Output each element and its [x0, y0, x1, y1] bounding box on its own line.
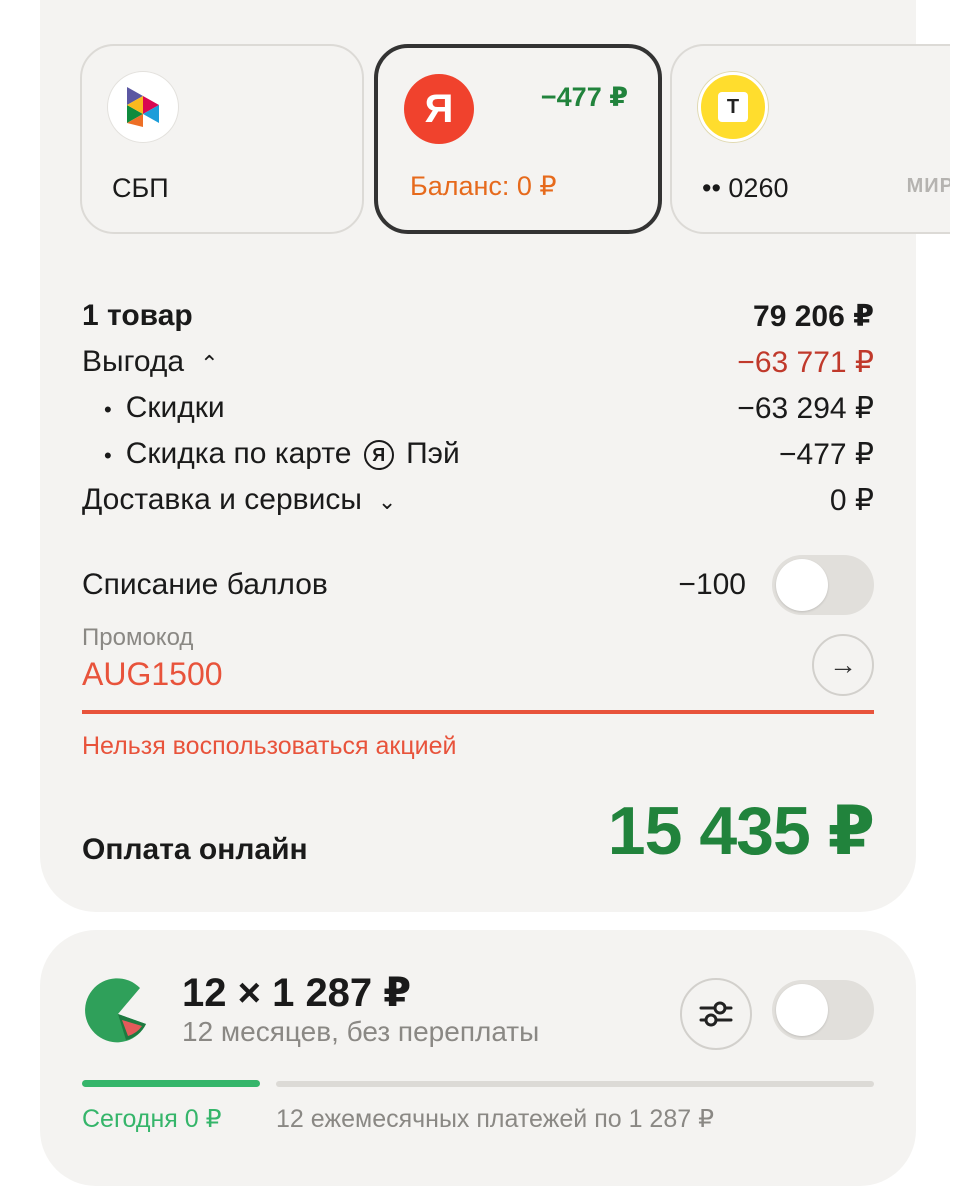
payment-total: 15 435 ₽	[607, 793, 875, 869]
benefit-label: Выгода	[82, 345, 185, 378]
order-summary-card: СБП Я −477 ₽ Баланс: 0 ₽ Т •• 0260 МИР 1…	[40, 0, 950, 912]
split-toggle[interactable]	[772, 980, 874, 1040]
toggle-knob	[776, 984, 828, 1036]
delivery-row[interactable]: Доставка и сервисы ⌄ 0 ₽	[82, 480, 874, 520]
chevron-up-icon: ⌃	[200, 351, 219, 376]
split-payment-card: 12 × 1 287 ₽ 12 месяцев, без переплаты С…	[40, 930, 916, 1186]
payment-label: Оплата онлайн	[82, 833, 308, 866]
bullet-icon: •	[104, 397, 112, 422]
points-toggle[interactable]	[772, 555, 874, 615]
payment-method-yandex-pay[interactable]: Я −477 ₽ Баланс: 0 ₽	[374, 44, 662, 234]
items-value: 79 206 ₽	[753, 299, 874, 333]
promo-underline	[82, 710, 874, 714]
bullet-icon: •	[104, 443, 112, 468]
delivery-toggle[interactable]: Доставка и сервисы ⌄	[82, 483, 396, 517]
payment-method-sbp[interactable]: СБП	[80, 44, 364, 234]
split-progress-rest	[276, 1081, 874, 1087]
toggle-knob	[776, 559, 828, 611]
items-row: 1 товар 79 206 ₽	[82, 296, 874, 336]
card-discount-label: Скидка по карте	[125, 437, 352, 470]
benefit-toggle[interactable]: Выгода ⌃	[82, 345, 219, 379]
items-label: 1 товар	[82, 299, 193, 332]
yandex-pay-discount: −477 ₽	[540, 82, 628, 112]
points-label: Списание баллов	[82, 568, 328, 601]
split-amount: 12 × 1 287 ₽	[182, 971, 412, 1015]
mir-logo-icon: МИР	[906, 175, 950, 197]
card-discount-row: • Скидка по карте Я Пэй −477 ₽	[82, 434, 874, 474]
split-monthly-label: 12 ежемесячных платежей по 1 287 ₽	[276, 1105, 714, 1133]
yandex-circle-icon: Я	[363, 440, 394, 471]
discounts-row: • Скидки −63 294 ₽	[82, 388, 874, 428]
delivery-value: 0 ₽	[829, 483, 874, 517]
card-discount-value: −477 ₽	[779, 437, 874, 471]
yandex-logo-icon: Я	[404, 74, 474, 144]
benefit-row[interactable]: Выгода ⌃ −63 771 ₽	[82, 342, 874, 382]
sbp-logo-icon	[108, 72, 178, 142]
split-today-label: Сегодня 0 ₽	[82, 1105, 222, 1133]
card-mask: •• 0260	[702, 173, 789, 203]
tbank-logo-icon: Т	[698, 72, 768, 142]
benefit-value: −63 771 ₽	[737, 345, 874, 379]
split-progress-today	[82, 1080, 260, 1087]
arrow-right-icon: →	[829, 649, 857, 680]
discounts-value: −63 294 ₽	[737, 391, 874, 425]
chevron-down-icon: ⌄	[377, 489, 397, 514]
discounts-label: Скидки	[125, 391, 225, 424]
sbp-label: СБП	[112, 173, 169, 203]
promo-apply-button[interactable]: →	[812, 634, 874, 696]
promo-input[interactable]: AUG1500	[82, 656, 223, 693]
card-discount-suffix: Пэй	[406, 437, 460, 470]
promo-label: Промокод	[82, 624, 194, 651]
points-value: −100	[678, 568, 746, 601]
split-logo-icon	[82, 974, 152, 1046]
delivery-label: Доставка и сервисы	[82, 483, 362, 516]
split-terms: 12 месяцев, без переплаты	[182, 1016, 540, 1047]
yandex-pay-balance: Баланс: 0 ₽	[410, 171, 557, 201]
payment-method-tbank-card[interactable]: Т •• 0260 МИР	[670, 44, 950, 234]
points-row: Списание баллов −100	[82, 554, 874, 616]
split-settings-button[interactable]	[680, 978, 752, 1050]
promo-error: Нельзя воспользоваться акцией	[82, 732, 457, 760]
sliders-icon	[699, 1001, 733, 1027]
